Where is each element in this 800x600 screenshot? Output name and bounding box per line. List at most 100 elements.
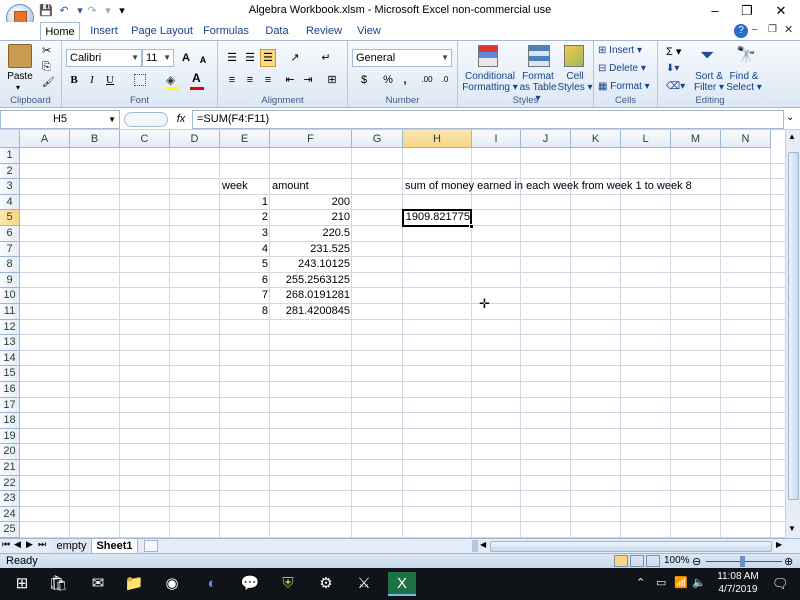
cell-styles-button[interactable]: Cell [558,71,592,82]
first-sheet-icon[interactable]: ⏮ [2,539,10,550]
vertical-scrollbar[interactable]: ▲ ▼ [785,130,800,538]
cell-f7[interactable]: 231.525 [272,242,350,257]
column-header-d[interactable]: D [170,130,220,148]
help-icon[interactable]: ? [734,24,748,38]
chevron-up-icon[interactable]: ⌃ [636,576,645,589]
sort-filter-icon[interactable]: ⏷ [700,45,714,66]
app-icon[interactable]: ◐ [200,572,224,596]
row-header-20[interactable]: 20 [0,444,20,460]
row-header-8[interactable]: 8 [0,257,20,273]
cell-e11[interactable]: 8 [222,304,268,319]
row-header-22[interactable]: 22 [0,475,20,492]
cell-e4[interactable]: 1 [222,195,268,210]
row-header-3[interactable]: 3 [0,179,20,195]
sheet-tab-sheet1[interactable]: Sheet1 [92,539,138,554]
notification-icon[interactable]: 🗨 [772,576,789,592]
column-header-e[interactable]: E [220,130,270,148]
tab-page-layout[interactable]: Page Layout [130,22,194,40]
align-left-icon[interactable]: ≡ [224,71,240,89]
cell-styles-icon[interactable] [564,45,584,67]
cell-f5[interactable]: 210 [272,210,350,225]
row-header-12[interactable]: 12 [0,319,20,336]
increase-decimal-button[interactable]: .00 [418,71,436,89]
restore-button[interactable]: ❐ [730,0,764,22]
close-button[interactable]: ✕ [764,0,798,22]
column-header-i[interactable]: I [472,130,521,148]
cell-e10[interactable]: 7 [222,288,268,303]
settings-icon[interactable]: ⚙ [314,572,338,596]
next-sheet-icon[interactable]: ▶ [26,539,33,550]
tab-insert[interactable]: Insert [84,22,124,40]
row-header-4[interactable]: 4 [0,194,20,211]
cell-e5[interactable]: 2 [222,210,268,225]
tab-view[interactable]: View [352,22,386,40]
shrink-font-button[interactable]: A [196,51,210,69]
autosum-button[interactable]: Σ ▾ [666,45,681,58]
row-header-13[interactable]: 13 [0,335,20,351]
sort-filter-button[interactable]: Sort & [690,71,728,82]
font-color-icon[interactable]: A [192,71,201,85]
store-icon[interactable]: 🛍 [46,572,70,596]
worksheet-grid[interactable]: ABCDEFGHIJKLMN 1 2 3 4 5 6 7 8 9 10 11 12 13 14 15 16 17… [0,130,785,538]
currency-button[interactable]: $ [356,71,372,89]
decrease-decimal-button[interactable]: .0 [436,71,454,89]
borders-icon[interactable] [134,74,146,86]
align-top-icon[interactable]: ☰ [224,49,240,67]
cell-f10[interactable]: 268.0191281 [272,288,350,303]
excel-taskbar-icon[interactable]: X [388,572,416,596]
insert-sheet-icon[interactable] [144,540,158,552]
orientation-icon[interactable]: ↗ [284,49,306,67]
chrome-icon[interactable]: ◉ [160,572,184,596]
ribbon-minimize-icon[interactable]: – [752,24,758,35]
underline-button[interactable]: U [102,71,118,89]
volume-icon[interactable]: 🔈 [692,576,706,589]
number-format-select[interactable]: General ▼ [352,49,452,67]
taskbar-date[interactable]: 4/7/2019 [710,584,766,595]
column-header-g[interactable]: G [352,130,403,148]
format-cells-button[interactable]: ▦ Format ▾ [598,81,656,92]
scroll-down-icon[interactable]: ▼ [788,524,796,533]
column-header-f[interactable]: F [270,130,352,148]
row-header-11[interactable]: 11 [0,304,20,320]
mail-icon[interactable]: ✉ [86,572,110,596]
align-middle-icon[interactable]: ☰ [242,49,258,67]
conditional-formatting-icon[interactable] [478,45,498,67]
windows-start-icon[interactable]: ⊞ [10,572,34,596]
font-size-select[interactable]: 11 ▼ [142,49,174,67]
paste-icon[interactable] [8,44,32,68]
row-header-24[interactable]: 24 [0,506,20,523]
fill-button[interactable]: ⬇▾ [666,63,690,74]
align-right-icon[interactable]: ≡ [260,71,276,89]
column-header-h[interactable]: H [403,130,472,148]
cell-e6[interactable]: 3 [222,226,268,241]
sheet-tab-empty[interactable]: empty [52,539,92,554]
column-header-a[interactable]: A [20,130,70,148]
decrease-indent-icon[interactable]: ⇤ [282,71,298,89]
row-header-5[interactable]: 5 [0,210,20,226]
format-painter-icon[interactable]: 🖌 [42,77,55,88]
zoom-in-icon[interactable]: ⊕ [784,555,793,568]
fill-color-icon[interactable]: ◈ [166,73,175,87]
select-all-button[interactable] [0,130,20,148]
cell-f8[interactable]: 243.10125 [272,257,350,272]
bold-button[interactable]: B [66,71,82,89]
cut-icon[interactable]: ✂ [42,44,51,57]
vertical-scroll-thumb[interactable] [788,152,799,500]
column-header-m[interactable]: M [671,130,721,148]
column-header-l[interactable]: L [621,130,671,148]
active-cell-outline[interactable] [402,209,474,229]
row-header-7[interactable]: 7 [0,241,20,258]
cell-f11[interactable]: 281.4200845 [272,304,350,319]
align-bottom-icon[interactable]: ☰ [260,49,276,67]
row-header-18[interactable]: 18 [0,413,20,429]
taskbar-time[interactable]: 11:08 AM [710,571,766,582]
percent-button[interactable]: % [380,71,396,89]
zoom-out-icon[interactable]: ⊖ [692,555,701,568]
tab-home[interactable]: Home [40,22,80,40]
cell-e3[interactable]: week [222,179,268,194]
page-break-view-icon[interactable] [646,555,660,567]
conditional-formatting-button[interactable]: Conditional [462,71,518,82]
chat-icon[interactable]: 💬 [238,572,262,596]
expand-formula-icon[interactable]: ⌄ [786,112,794,123]
binoculars-icon[interactable]: 🔭 [736,45,756,65]
